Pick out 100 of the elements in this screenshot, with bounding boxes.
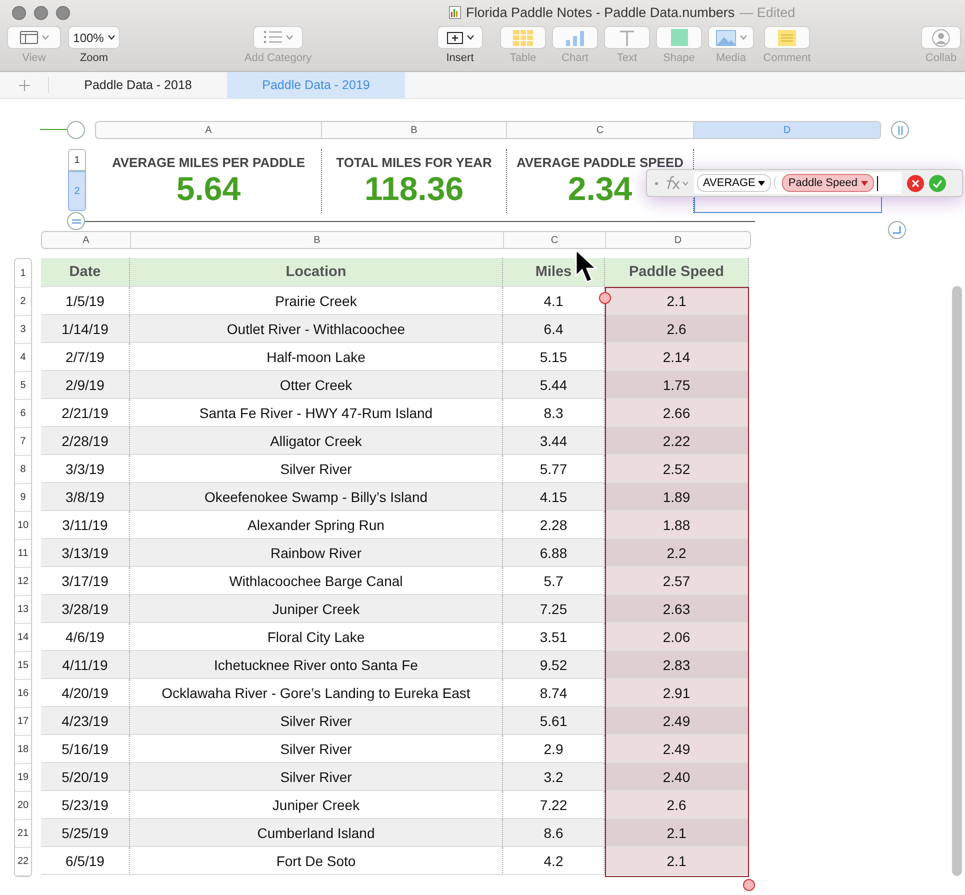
formula-editor-popover[interactable]: AVERAGE Paddle Speed (646, 169, 963, 197)
table-cell: 4/23/19 (41, 707, 130, 735)
table-cell: 2.57 (605, 567, 749, 595)
note-icon (778, 30, 796, 46)
table-cell: Cumberland Island (130, 819, 503, 847)
toolbar-label: Chart (562, 52, 588, 64)
table-icon (513, 30, 533, 46)
column-header[interactable]: B (131, 232, 504, 248)
toolbar-label: Collab (925, 52, 957, 64)
accept-icon[interactable] (929, 174, 946, 192)
column-header[interactable]: C (504, 232, 606, 248)
selection-handle[interactable] (743, 879, 755, 891)
row-number: 20 (15, 792, 31, 820)
chart-toolbar-button[interactable] (552, 26, 598, 49)
row-header[interactable]: 1 (68, 149, 86, 171)
comment-toolbar-button[interactable] (764, 26, 810, 49)
row-number: 17 (15, 708, 31, 736)
toolbar-label: Shape (663, 52, 695, 64)
summary-value: 2.34 (568, 170, 632, 208)
row-number: 13 (15, 596, 31, 624)
row-number: 6 (15, 400, 31, 428)
insert-toolbar-button[interactable] (437, 26, 483, 49)
minimize-window-button[interactable] (34, 6, 48, 20)
row-number: 8 (15, 456, 31, 484)
person-icon (932, 28, 950, 46)
table-cell: Juniper Creek (130, 595, 503, 623)
row-number: 21 (15, 820, 31, 848)
row-number: 7 (15, 428, 31, 456)
table-cell: 5.44 (503, 371, 605, 399)
table-cell: 2.52 (605, 455, 749, 483)
table-cell: 2.1 (605, 819, 749, 847)
scrollbar[interactable] (952, 286, 962, 876)
row-number: 3 (15, 316, 31, 344)
sidebar-layout-icon (20, 31, 38, 44)
column-header[interactable]: A (96, 122, 322, 138)
toolbar-label: Media (716, 52, 746, 64)
table-cell: 2.2 (605, 539, 749, 567)
sheet-tab[interactable]: Paddle Data - 2018 (49, 72, 227, 98)
column-header[interactable]: B (322, 122, 507, 138)
caret-icon (42, 35, 48, 40)
media-toolbar-button[interactable] (708, 26, 754, 49)
zoom-toolbar-button[interactable]: 100% (68, 26, 120, 49)
table-cell: 2/9/19 (41, 371, 130, 399)
zoom-window-button[interactable] (56, 6, 70, 20)
table-cell: Ichetucknee River onto Santa Fe (130, 651, 503, 679)
list-icon (264, 31, 282, 44)
table-cell: 2.83 (605, 651, 749, 679)
collab-toolbar-button[interactable] (921, 26, 961, 49)
row-number: 4 (15, 344, 31, 372)
numbers-document-icon (449, 6, 461, 19)
cancel-icon[interactable] (907, 174, 924, 192)
table-cell: 3/28/19 (41, 595, 130, 623)
close-window-button[interactable] (12, 6, 26, 20)
table-cell: 3.44 (503, 427, 605, 455)
table-handle[interactable] (67, 121, 85, 139)
row-number: 12 (15, 568, 31, 596)
table-cell: 2.06 (605, 623, 749, 651)
text-toolbar-button[interactable] (604, 26, 650, 49)
toolbar-label: Text (616, 52, 638, 64)
table-cell: Okeefenokee Swamp - Billy’s Island (130, 483, 503, 511)
table-cell: 5.61 (503, 707, 605, 735)
table-cell: 4.2 (503, 847, 605, 875)
category-toolbar-button[interactable] (253, 26, 303, 49)
row-resize-handle[interactable] (67, 212, 85, 230)
row-number: 15 (15, 652, 31, 680)
table-cell: 1.89 (605, 483, 749, 511)
pause-bars-icon (898, 126, 902, 134)
table-cell: 2.40 (605, 763, 749, 791)
column-header[interactable]: A (42, 232, 131, 248)
summary-value: 118.36 (364, 170, 464, 208)
table-cell: Silver River (130, 707, 503, 735)
toolbar-label: Zoom (80, 52, 108, 64)
table-cell: 2.91 (605, 679, 749, 707)
column-heading: Date (41, 258, 130, 287)
corner-icon (893, 226, 901, 234)
table-cell: 2.1 (605, 287, 749, 315)
function-token[interactable]: AVERAGE (697, 174, 772, 192)
row-number: 11 (15, 540, 31, 568)
toolbar-label: View (22, 52, 46, 64)
corner-resize-handle[interactable] (888, 221, 906, 239)
column-resize-handle[interactable] (891, 121, 909, 139)
table-cell: Outlet River - Withlacoochee (130, 315, 503, 343)
view-toolbar-button[interactable] (7, 26, 61, 49)
summary-value: 5.64 (176, 170, 241, 208)
table-cell: 2.22 (605, 427, 749, 455)
table-cell: 2.1 (605, 847, 749, 875)
table-cell: 5/20/19 (41, 763, 130, 791)
selection-handle[interactable] (599, 292, 611, 304)
table-cell: 2.6 (605, 791, 749, 819)
row-number: 5 (15, 372, 31, 400)
row-number: 19 (15, 764, 31, 792)
table-cell: 6.4 (503, 315, 605, 343)
edited-status: — Edited (740, 5, 796, 20)
reference-token[interactable]: Paddle Speed (782, 174, 874, 192)
row-number: 2 (15, 288, 31, 316)
table-cell: 4/11/19 (41, 651, 130, 679)
column-header[interactable]: D (606, 232, 750, 248)
dropdown-triangle-icon (860, 180, 868, 186)
table-cell: 2/28/19 (41, 427, 130, 455)
square-icon (670, 29, 688, 46)
